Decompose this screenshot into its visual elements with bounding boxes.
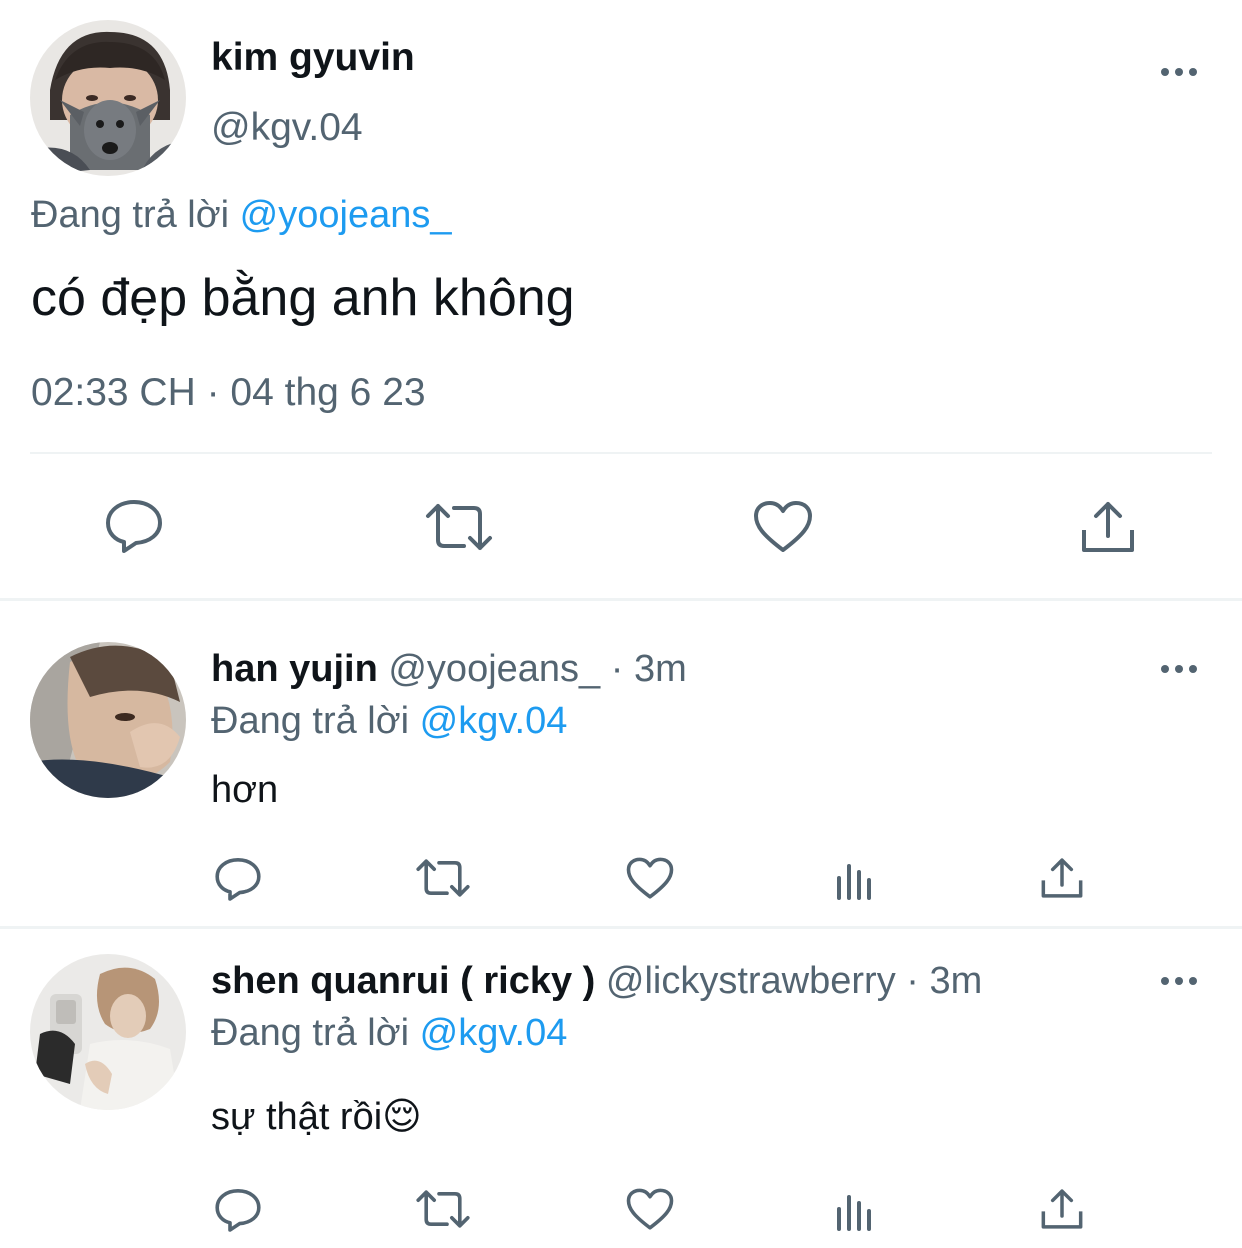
reply-icon: [215, 858, 261, 901]
reply-button[interactable]: [104, 498, 164, 554]
share-button[interactable]: [1040, 1188, 1084, 1230]
retweet-button[interactable]: [424, 502, 494, 552]
more-options-button[interactable]: [1160, 659, 1200, 679]
retweet-icon: [426, 504, 492, 550]
retweet-button[interactable]: [415, 858, 471, 898]
avatar-image: [30, 20, 186, 176]
share-icon: [1041, 1189, 1083, 1229]
more-options-button[interactable]: [1160, 971, 1200, 991]
more-icon: [1161, 977, 1197, 985]
views-button[interactable]: [834, 858, 878, 900]
like-button[interactable]: [626, 1188, 674, 1231]
views-icon: [837, 1195, 871, 1231]
share-icon: [1041, 858, 1083, 898]
like-button[interactable]: [753, 500, 813, 554]
retweet-icon: [416, 859, 470, 897]
retweet-icon: [416, 1190, 470, 1228]
section-divider: [0, 926, 1242, 929]
display-name[interactable]: han yujin: [211, 648, 378, 690]
avatar-han-yujin[interactable]: [30, 642, 186, 798]
handle[interactable]: @kgv.04: [211, 106, 363, 150]
like-icon: [626, 1188, 674, 1230]
replying-to-link[interactable]: @kgv.04: [420, 700, 568, 742]
like-icon: [754, 501, 812, 552]
tweet-timestamp[interactable]: 02:33 CH · 04 thg 6 23: [31, 371, 426, 415]
handle[interactable]: @lickystrawberry: [606, 960, 896, 1002]
like-icon: [626, 857, 674, 899]
share-button[interactable]: [1040, 857, 1084, 899]
replying-prefix: Đang trả lời: [211, 700, 410, 742]
replying-prefix: Đang trả lời: [211, 1012, 410, 1054]
replying-to-link[interactable]: @yoojeans_: [240, 194, 452, 236]
replying-prefix: Đang trả lời: [31, 194, 230, 236]
replying-to-line: Đang trả lời @yoojeans_: [31, 193, 452, 237]
share-button[interactable]: [1080, 500, 1136, 554]
share-icon: [1082, 502, 1134, 552]
more-options-button[interactable]: [1160, 62, 1200, 82]
retweet-button[interactable]: [415, 1189, 471, 1229]
replying-to-link[interactable]: @kgv.04: [420, 1012, 568, 1054]
reply-header: shen quanrui ( ricky ) @lickystrawberry …: [211, 959, 982, 1003]
more-icon: [1161, 68, 1197, 76]
section-divider: [0, 598, 1242, 601]
reply-header: han yujin @yoojeans_ · 3m: [211, 647, 687, 691]
reply-icon: [215, 1189, 261, 1232]
divider: [30, 452, 1212, 454]
reply-time[interactable]: · 3m: [906, 960, 982, 1002]
more-icon: [1161, 665, 1197, 673]
replying-to-line: Đang trả lời @kgv.04: [211, 1011, 567, 1055]
views-button[interactable]: [834, 1189, 878, 1231]
reply-button[interactable]: [214, 1187, 262, 1233]
display-name[interactable]: kim gyuvin: [211, 36, 415, 80]
reply-text: hơn: [211, 769, 279, 811]
views-icon: [837, 864, 871, 900]
reply-text: sự thật rồi😌: [211, 1096, 422, 1138]
replying-to-line: Đang trả lời @kgv.04: [211, 699, 567, 743]
reply-time[interactable]: · 3m: [611, 648, 687, 690]
like-button[interactable]: [626, 857, 674, 900]
reply-button[interactable]: [214, 856, 262, 902]
tweet-text: có đẹp bằng anh không: [31, 269, 575, 327]
avatar-image: [30, 954, 186, 1110]
display-name[interactable]: shen quanrui ( ricky ): [211, 960, 595, 1002]
avatar-kim-gyuvin[interactable]: [30, 20, 186, 176]
avatar-image: [30, 642, 186, 798]
avatar-shen-quanrui[interactable]: [30, 954, 186, 1110]
handle[interactable]: @yoojeans_: [388, 648, 600, 690]
reply-icon: [106, 500, 162, 553]
